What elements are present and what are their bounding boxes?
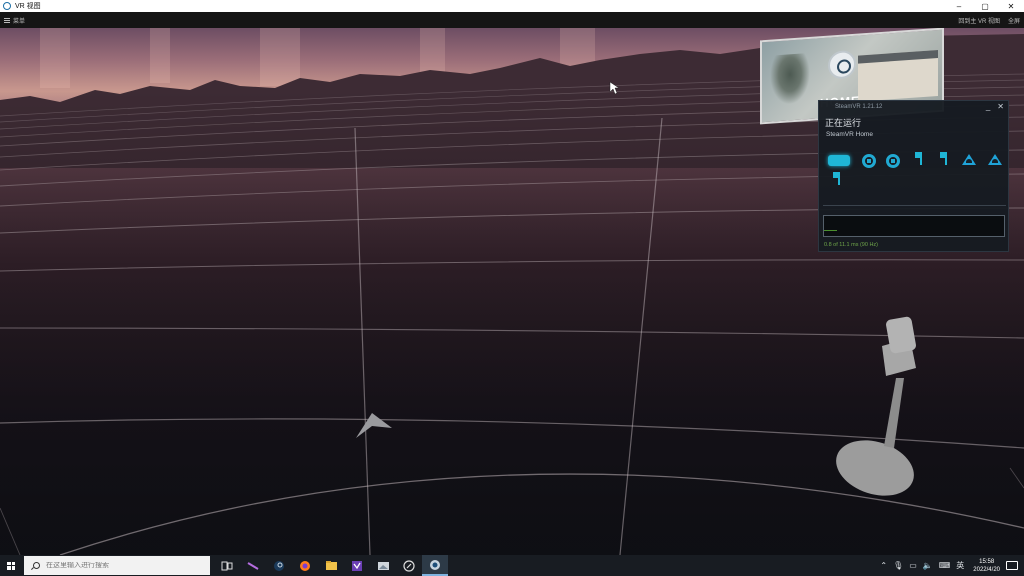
steam-logo-icon (828, 49, 856, 80)
mic-icon[interactable]: 🎙 (893, 561, 903, 570)
file-explorer-icon[interactable] (318, 555, 344, 576)
clock-time: 15:58 (979, 558, 995, 565)
circle-app-icon[interactable] (396, 555, 422, 576)
return-to-vr-view-button[interactable]: 回到主 VR 视图 (958, 16, 1000, 25)
window-controls: – ▢ ✕ (946, 0, 1024, 12)
visual-studio-icon[interactable] (344, 555, 370, 576)
taskbar-search[interactable] (24, 556, 210, 575)
headset-icon[interactable] (828, 155, 850, 166)
base-station-icon[interactable] (962, 154, 977, 165)
menu-right-group: 回到主 VR 视图 全屏 (958, 16, 1020, 25)
window-title: VR 视图 (15, 3, 41, 10)
clock-date: 2022/4/20 (973, 566, 1000, 573)
window-title-bar: VR 视图 – ▢ ✕ (0, 0, 1024, 12)
firefox-icon[interactable] (292, 555, 318, 576)
search-input[interactable] (46, 562, 196, 569)
taskbar-apps (214, 555, 448, 576)
minimize-button[interactable]: – (946, 0, 972, 12)
gallery-app-icon[interactable] (370, 555, 396, 576)
close-button[interactable]: ✕ (998, 0, 1024, 12)
steamvr-status-panel: SteamVR 1.21.12 _ ✕ 正在运行 SteamVR Home 0.… (818, 100, 1009, 252)
tracker-icon[interactable] (940, 152, 948, 166)
tree-art (770, 52, 810, 106)
steamvr-taskbar-icon[interactable] (422, 555, 448, 576)
steamvr-app-icon (3, 2, 11, 10)
vr-viewport[interactable]: HOME SteamVR 1.21.12 _ ✕ 正在运行 SteamVR Ho… (0, 28, 1024, 555)
device-icons (825, 152, 1007, 195)
panel-minimize-button[interactable]: _ (986, 102, 990, 111)
frame-timing-bar (824, 230, 837, 231)
tracker-icon[interactable] (915, 152, 923, 166)
controller-icon[interactable] (886, 154, 900, 168)
steamvr-panel-header: SteamVR 1.21.12 _ ✕ (819, 101, 1008, 113)
house-art (858, 49, 938, 102)
notification-icon[interactable] (1006, 561, 1018, 570)
controller-icon[interactable] (862, 154, 876, 168)
start-button[interactable] (0, 555, 22, 576)
keyboard-icon[interactable]: ⌨ (939, 561, 951, 570)
fullscreen-button[interactable]: 全屏 (1008, 16, 1020, 25)
clock[interactable]: 15:58 2022/4/20 (973, 558, 1000, 574)
steam-icon[interactable] (266, 555, 292, 576)
maximize-button[interactable]: ▢ (972, 0, 998, 12)
panel-divider (823, 205, 1006, 206)
panel-close-button[interactable]: ✕ (997, 102, 1004, 111)
task-view-icon[interactable] (214, 555, 240, 576)
frame-timing-text: 0.8 of 11.1 ms (90 Hz) (824, 242, 879, 248)
stylus-app-icon[interactable] (240, 555, 266, 576)
steamvr-version: SteamVR 1.21.12 (835, 104, 883, 110)
running-app-name: SteamVR Home (826, 131, 873, 138)
menu-button[interactable]: 菜单 (4, 16, 25, 25)
tracker-icon[interactable] (833, 172, 841, 186)
menu-label: 菜单 (13, 18, 26, 25)
hamburger-icon (4, 17, 10, 23)
windows-logo-icon (7, 561, 15, 570)
speaker-icon[interactable]: 🔈 (923, 561, 933, 570)
taskbar: ⌃ 🎙 ▭ 🔈 ⌨ 英 15:58 2022/4/20 (0, 555, 1024, 576)
ime-icon[interactable]: 英 (956, 560, 964, 571)
base-station-icon[interactable] (988, 154, 1003, 165)
menu-bar: 菜单 回到主 VR 视图 全屏 (0, 12, 1024, 28)
network-icon[interactable]: ▭ (909, 561, 917, 570)
system-tray: ⌃ 🎙 ▭ 🔈 ⌨ 英 15:58 2022/4/20 (877, 555, 1024, 576)
search-icon (33, 562, 40, 569)
chevron-up-icon[interactable]: ⌃ (880, 561, 887, 570)
frame-timing-graph (823, 215, 1005, 237)
steamvr-status-text: 正在运行 (825, 118, 862, 128)
